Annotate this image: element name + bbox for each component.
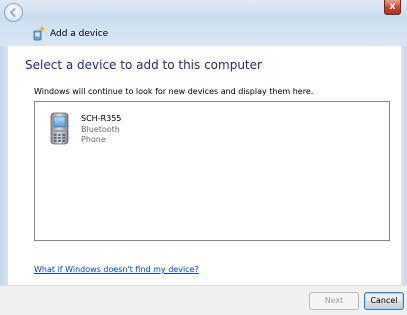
device-category: Phone bbox=[81, 135, 106, 144]
page-description: Windows will continue to look for new de… bbox=[34, 87, 314, 96]
close-icon: x bbox=[389, 1, 396, 12]
window-frame-left bbox=[0, 46, 8, 285]
window-frame-right bbox=[401, 46, 407, 285]
page-heading: Select a device to add to this computer bbox=[25, 58, 262, 72]
cancel-button[interactable]: Cancel bbox=[364, 292, 404, 310]
mobile-phone-icon bbox=[50, 112, 69, 145]
device-item[interactable]: SCH-R355 Bluetooth Phone bbox=[47, 110, 177, 154]
device-connection-type: Bluetooth bbox=[81, 125, 120, 134]
back-button[interactable] bbox=[4, 3, 23, 22]
device-list[interactable]: SCH-R355 Bluetooth Phone bbox=[34, 101, 390, 241]
device-name: SCH-R355 bbox=[81, 114, 122, 123]
add-device-window: x Add a device Select a device to add to… bbox=[0, 0, 407, 315]
device-not-found-help-link[interactable]: What if Windows doesn't find my device? bbox=[34, 265, 199, 274]
title-bar: x bbox=[0, 0, 407, 20]
add-device-icon bbox=[33, 26, 45, 41]
back-arrow-icon bbox=[10, 8, 16, 17]
window-title: Add a device bbox=[50, 29, 109, 39]
close-button[interactable]: x bbox=[384, 0, 401, 15]
next-button[interactable]: Next bbox=[309, 292, 359, 310]
